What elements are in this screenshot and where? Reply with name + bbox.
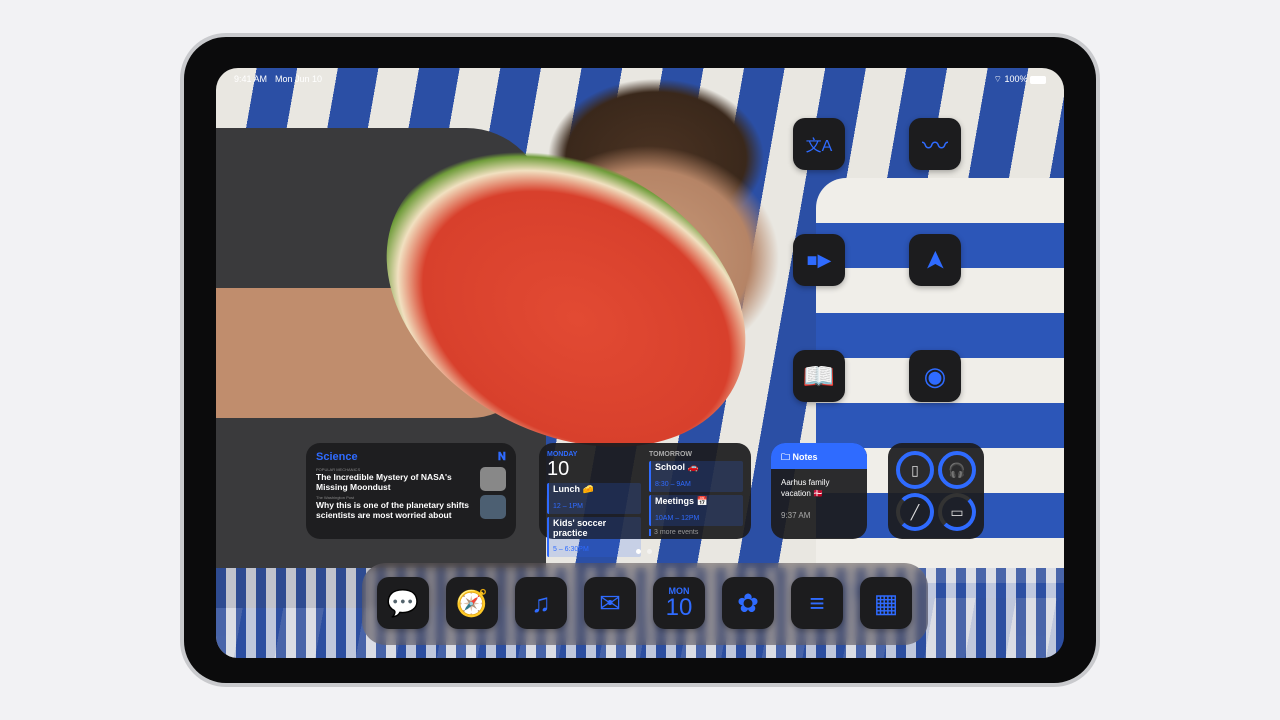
book-icon: 📖 (802, 360, 836, 391)
dock-notes[interactable]: ≡ (791, 577, 843, 629)
app-translate[interactable]: 文A (793, 118, 845, 170)
envelope-icon: ✉ (599, 587, 621, 618)
airpods-icon: 🎧 (948, 461, 966, 478)
page-indicator[interactable] (636, 549, 652, 554)
calendar-day-label: MONDAY (547, 451, 578, 458)
battery-icon (1030, 75, 1046, 84)
calendar-event[interactable]: School 🚗 8:30 – 9AM (649, 461, 743, 492)
app-podcasts[interactable]: ◉ (909, 350, 961, 402)
calendar-widget[interactable]: MONDAY 10 Lunch 🧀 12 – 1PM Kids' soccer p… (539, 443, 751, 557)
calendar-tomorrow-label: TOMORROW (649, 451, 693, 458)
video-camera-icon: ■▶ (806, 249, 832, 270)
battery-ring-airpods: 🎧 (938, 451, 976, 489)
podcast-icon: ◉ (923, 360, 947, 391)
dock-messages[interactable]: 💬 (377, 577, 429, 629)
news-thumbnail-2 (480, 495, 506, 519)
calendar-event[interactable]: Meetings 📅 10AM – 12PM (649, 495, 743, 526)
app-books[interactable]: 📖 (793, 350, 845, 402)
location-arrow-icon: ➤ (919, 249, 950, 271)
app-grid-icon: ▦ (873, 587, 899, 618)
news-thumbnail-1 (480, 467, 506, 491)
battery-percent: 100% (1004, 74, 1028, 84)
notes-time: 9:37 AM (781, 511, 811, 520)
battery-ring-pencil: ╱ (896, 493, 934, 531)
flower-icon: ✿ (737, 587, 759, 618)
bezel: 9:41 AM Mon Jun 10 ⌔ 100% 文A 〰 ■▶ ➤ 📖 ◉ S… (184, 37, 1096, 683)
freeform-icon: 〰 (921, 130, 948, 161)
dock-mail[interactable]: ✉ (584, 577, 636, 629)
compass-icon: 🧭 (455, 587, 489, 618)
status-date: Mon Jun 10 (275, 74, 323, 84)
notes-note: Aarhus family vacation 🇩🇰 (781, 478, 830, 498)
airpods-case-icon: ▭ (950, 503, 964, 520)
page-dot[interactable] (636, 549, 641, 554)
calendar-more-events: 3 more events (649, 529, 743, 536)
calendar-day: 10 (665, 593, 693, 621)
status-bar: 9:41 AM Mon Jun 10 ⌔ 100% (234, 74, 1046, 85)
wifi-icon: ⌔ (993, 74, 1005, 84)
news-icon: 𝐍 (497, 451, 506, 463)
ipad-device: 9:41 AM Mon Jun 10 ⌔ 100% 文A 〰 ■▶ ➤ 📖 ◉ S… (180, 33, 1100, 687)
ipad-icon: ▯ (911, 461, 919, 478)
music-note-icon: ♫ (531, 587, 551, 618)
home-screen: 9:41 AM Mon Jun 10 ⌔ 100% 文A 〰 ■▶ ➤ 📖 ◉ S… (216, 68, 1064, 658)
dock-safari[interactable]: 🧭 (446, 577, 498, 629)
notes-title: Notes (792, 452, 818, 462)
folder-icon: 🗀 (781, 452, 793, 462)
translate-icon: 文A (805, 138, 833, 155)
notes-widget[interactable]: 🗀 Notes Aarhus family vacation 🇩🇰 9:37 A… (771, 443, 867, 539)
page-dot[interactable] (647, 549, 652, 554)
battery-ring-case: ▭ (938, 493, 976, 531)
calendar-event[interactable]: Lunch 🧀 12 – 1PM (547, 483, 641, 514)
notes-lines-icon: ≡ (809, 587, 825, 618)
batteries-widget[interactable]: ▯ 🎧 ╱ ▭ (888, 443, 984, 539)
dock: 💬 🧭 ♫ ✉ MON 10 ✿ ≡ ▦ (362, 563, 928, 645)
dock-calendar[interactable]: MON 10 (653, 577, 705, 629)
app-maps[interactable]: ➤ (909, 234, 961, 286)
dock-app-library[interactable]: ▦ (860, 577, 912, 629)
message-bubble-icon: 💬 (386, 587, 420, 618)
dock-photos[interactable]: ✿ (722, 577, 774, 629)
calendar-day-number: 10 (547, 458, 570, 480)
status-time: 9:41 AM (234, 74, 268, 84)
news-title: Science (316, 451, 358, 463)
app-freeform[interactable]: 〰 (909, 118, 961, 170)
battery-ring-ipad: ▯ (896, 451, 934, 489)
news-headline-1[interactable]: The Incredible Mystery of NASA's Missing… (316, 472, 474, 492)
dock-music[interactable]: ♫ (515, 577, 567, 629)
news-headline-2[interactable]: Why this is one of the planetary shifts … (316, 500, 474, 520)
app-facetime[interactable]: ■▶ (793, 234, 845, 286)
calendar-event[interactable]: Kids' soccer practice 5 – 6:30PM (547, 517, 641, 557)
pencil-icon: ╱ (910, 503, 920, 520)
news-widget[interactable]: Science 𝐍 POPULAR MECHANICS The Incredible… (306, 443, 516, 539)
